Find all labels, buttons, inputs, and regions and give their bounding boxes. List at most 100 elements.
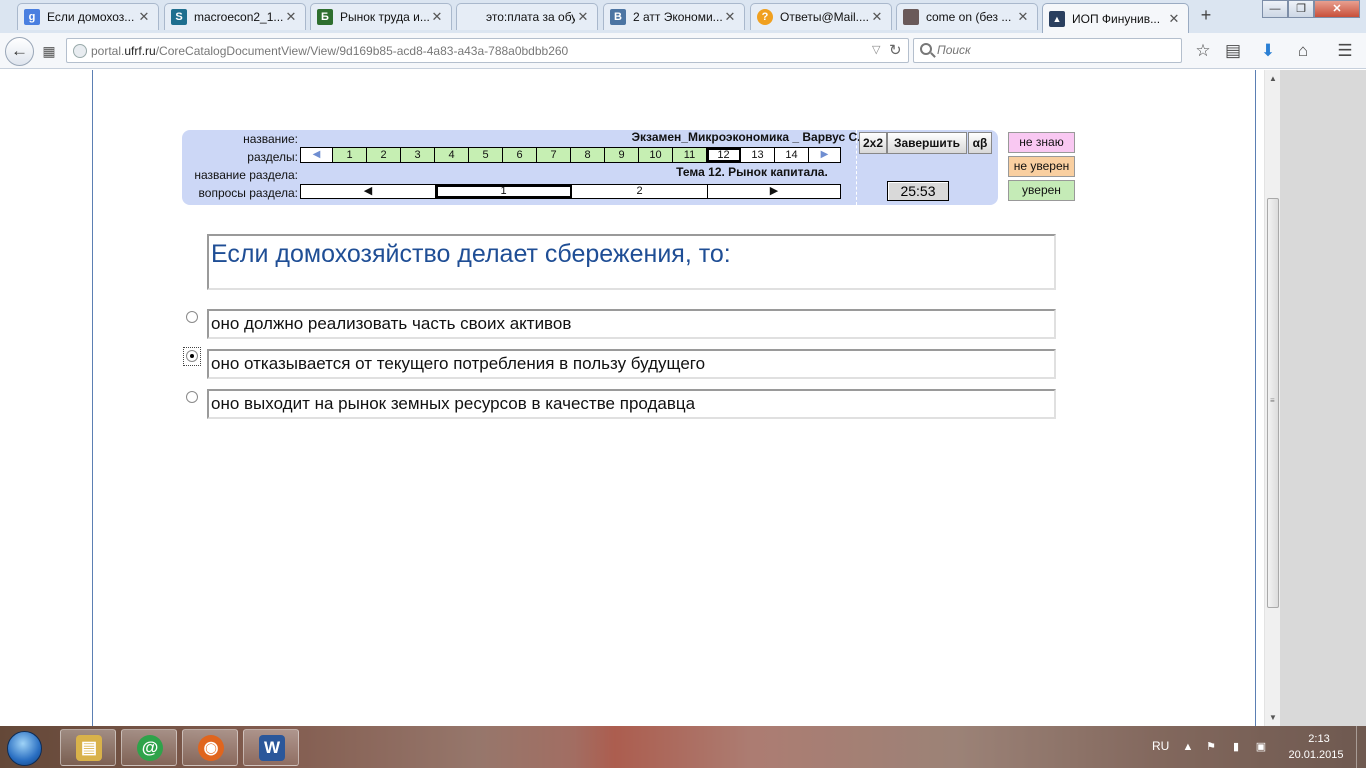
- taskbar-explorer[interactable]: ▤: [60, 729, 116, 766]
- questions-prev-arrow-icon[interactable]: ◀: [301, 185, 436, 198]
- questions-nav: ◀ 1 2 ▶: [300, 184, 841, 199]
- close-icon[interactable]: ✕: [283, 9, 299, 25]
- scroll-down-icon[interactable]: ▼: [1269, 713, 1277, 722]
- scroll-thumb[interactable]: ≡: [1267, 198, 1279, 608]
- answer-2-radio-selected[interactable]: [186, 350, 198, 362]
- maximize-button[interactable]: ❐: [1288, 0, 1314, 18]
- questions-next-arrow-icon[interactable]: ▶: [708, 185, 840, 198]
- flag-icon[interactable]: ⚑: [1204, 740, 1218, 754]
- question-box: Если домохозяйство делает сбережения, то…: [207, 234, 1056, 290]
- finish-button[interactable]: Завершить: [887, 132, 967, 154]
- home-icon[interactable]: ⌂: [1292, 41, 1314, 63]
- language-indicator[interactable]: RU: [1152, 739, 1169, 753]
- start-button[interactable]: [3, 728, 47, 768]
- answer-option-1[interactable]: оно должно реализовать часть своих актив…: [207, 309, 1056, 339]
- tab-groups-icon[interactable]: ▦: [40, 42, 58, 60]
- reload-icon[interactable]: ↻: [889, 41, 902, 59]
- question-text: Если домохозяйство делает сбережения, то…: [211, 240, 731, 268]
- tab-8-active[interactable]: ▲ ИОП Финунив... ✕: [1042, 3, 1189, 33]
- section-12-current[interactable]: 12: [707, 148, 741, 162]
- section-14[interactable]: 14: [775, 148, 809, 162]
- network-icon[interactable]: ▣: [1254, 740, 1268, 754]
- close-icon[interactable]: ✕: [869, 9, 885, 25]
- alphabet-button[interactable]: αβ: [968, 132, 992, 154]
- sure-button[interactable]: уверен: [1008, 180, 1075, 201]
- sections-label: разделы:: [247, 150, 298, 164]
- test-header: название: Экзамен_Микроэкономика _ Варву…: [182, 130, 998, 205]
- close-icon[interactable]: ✕: [136, 9, 152, 25]
- back-button[interactable]: ←: [5, 37, 34, 66]
- section-13[interactable]: 13: [741, 148, 775, 162]
- tray-expand-icon[interactable]: ▲: [1181, 740, 1195, 754]
- taskbar-firefox[interactable]: ◉: [182, 729, 238, 766]
- sections-next-arrow-icon[interactable]: ▶: [809, 148, 840, 162]
- tab-label: macroecon2_1...: [194, 10, 283, 24]
- search-input[interactable]: [937, 43, 1167, 57]
- section-9[interactable]: 9: [605, 148, 639, 162]
- section-5[interactable]: 5: [469, 148, 503, 162]
- tab-strip: g Если домохоз... ✕ S macroecon2_1... ✕ …: [0, 0, 1366, 33]
- answer-3-radio[interactable]: [186, 391, 198, 403]
- section-3[interactable]: 3: [401, 148, 435, 162]
- tab-5[interactable]: B 2 атт Экономи... ✕: [603, 3, 745, 30]
- section-4[interactable]: 4: [435, 148, 469, 162]
- answer-option-2[interactable]: оно отказывается от текущего потребления…: [207, 349, 1056, 379]
- clock-date[interactable]: 20.01.2015: [1281, 749, 1351, 761]
- close-icon[interactable]: ✕: [722, 9, 738, 25]
- taskbar-mail-agent[interactable]: @: [121, 729, 177, 766]
- answer-option-3[interactable]: оно выходит на рынок земных ресурсов в к…: [207, 389, 1056, 419]
- taskbar-word[interactable]: W: [243, 729, 299, 766]
- close-icon[interactable]: ✕: [429, 9, 445, 25]
- calculator-button[interactable]: 2x2: [859, 132, 887, 154]
- section-1[interactable]: 1: [333, 148, 367, 162]
- firefox-icon: ◉: [198, 735, 224, 761]
- slideshare-icon: S: [171, 9, 187, 25]
- star-icon[interactable]: ☆: [1192, 41, 1214, 63]
- close-icon[interactable]: ✕: [1166, 11, 1182, 27]
- dont-know-button[interactable]: не знаю: [1008, 132, 1075, 153]
- section-11[interactable]: 11: [673, 148, 707, 162]
- section-6[interactable]: 6: [503, 148, 537, 162]
- show-desktop-button[interactable]: [1356, 726, 1366, 768]
- url-dropdown-icon[interactable]: ▽: [872, 43, 880, 56]
- url-bar[interactable]: portal.ufrf.ru/CoreCatalogDocumentView/V…: [66, 38, 909, 63]
- menu-icon[interactable]: ☰: [1334, 41, 1356, 63]
- tab-label: come on (без ...: [926, 10, 1012, 24]
- power-icon[interactable]: ▮: [1229, 740, 1243, 754]
- tab-2[interactable]: S macroecon2_1... ✕: [164, 3, 306, 30]
- question-2[interactable]: 2: [572, 185, 708, 198]
- tab-6[interactable]: ? Ответы@Mail.... ✕: [750, 3, 892, 30]
- clock-time[interactable]: 2:13: [1288, 733, 1350, 745]
- answers-icon: ?: [757, 9, 773, 25]
- search-icon: [920, 43, 932, 55]
- answer-1-radio[interactable]: [186, 311, 198, 323]
- new-tab-button[interactable]: +: [1196, 5, 1216, 25]
- sections-prev-arrow-icon[interactable]: ◀: [301, 148, 333, 162]
- tab-label: Ответы@Mail....: [780, 10, 869, 24]
- scroll-up-icon[interactable]: ▲: [1269, 74, 1277, 83]
- minimize-button[interactable]: —: [1262, 0, 1288, 18]
- tab-7[interactable]: come on (без ... ✕: [896, 3, 1038, 30]
- section-2[interactable]: 2: [367, 148, 401, 162]
- name-label: название:: [243, 132, 298, 146]
- unsure-button[interactable]: не уверен: [1008, 156, 1075, 177]
- tab-3[interactable]: Б Рынок труда и... ✕: [310, 3, 452, 30]
- google-icon: g: [24, 9, 40, 25]
- search-box[interactable]: [913, 38, 1182, 63]
- question-1-current[interactable]: 1: [436, 185, 572, 198]
- tab-label: это:плата за обуч...: [486, 10, 575, 24]
- close-icon[interactable]: ✕: [575, 9, 591, 25]
- tab-label: Если домохоз...: [47, 10, 135, 24]
- sections-nav: ◀ 1 2 3 4 5 6 7 8 9 10 11 12 13 14 ▶: [300, 147, 841, 163]
- download-icon[interactable]: ⬇: [1257, 41, 1279, 63]
- section-8[interactable]: 8: [571, 148, 605, 162]
- tab-1[interactable]: g Если домохоз... ✕: [17, 3, 159, 30]
- section-7[interactable]: 7: [537, 148, 571, 162]
- close-icon[interactable]: ✕: [1015, 9, 1031, 25]
- section-10[interactable]: 10: [639, 148, 673, 162]
- vertical-scrollbar[interactable]: ▲ ≡ ▼: [1264, 70, 1280, 726]
- window-close-button[interactable]: ✕: [1314, 0, 1360, 18]
- tab-4[interactable]: это:плата за обуч... ✕: [456, 3, 598, 30]
- reading-list-icon[interactable]: ▤: [1222, 41, 1244, 63]
- url-text[interactable]: portal.ufrf.ru/CoreCatalogDocumentView/V…: [91, 44, 568, 58]
